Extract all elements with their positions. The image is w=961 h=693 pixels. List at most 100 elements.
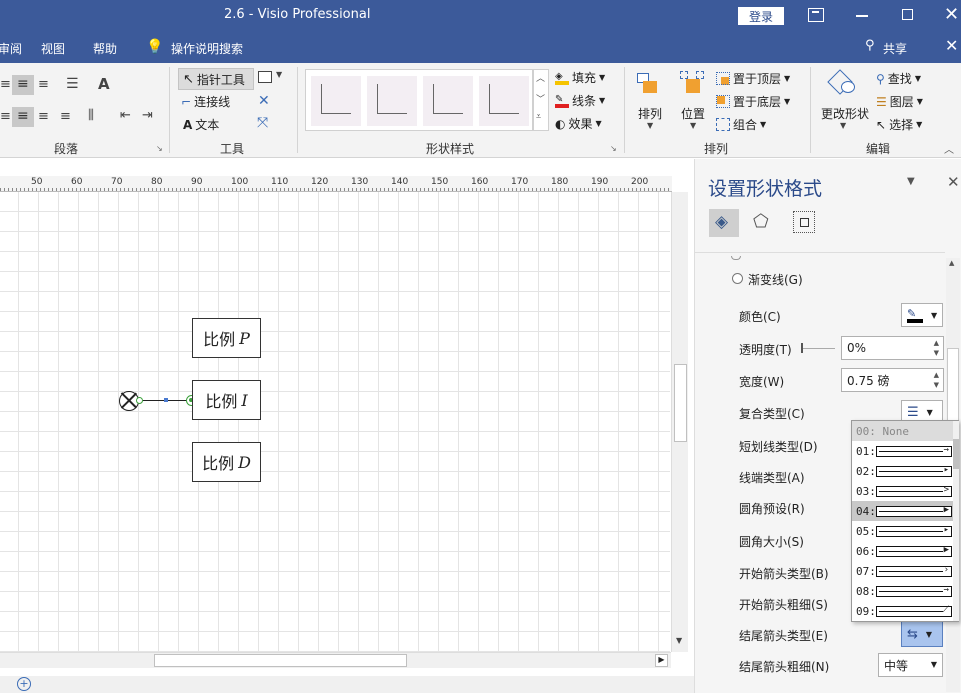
distribute-icon[interactable]: ⫼ — [88, 108, 94, 123]
send-to-back-button[interactable]: 置于底层 ▼ — [716, 93, 790, 110]
vertical-scroll-thumb[interactable] — [674, 364, 687, 442]
find-button[interactable]: ⚲ 查找 ▼ — [876, 70, 921, 87]
arrow-option[interactable]: 02: ▸ — [852, 461, 958, 481]
arrow-option[interactable]: 06: ▶ — [852, 541, 958, 561]
connection-point-icon[interactable]: ⤧ — [257, 115, 268, 131]
scroll-right-icon[interactable]: ▶ — [655, 654, 668, 667]
shape-proportional-i[interactable]: 比例 I — [192, 380, 261, 420]
style-swatch[interactable] — [311, 76, 361, 126]
align-center-top-button[interactable]: ≡ — [12, 75, 34, 95]
arrow-option[interactable]: 04: ▶ — [852, 501, 958, 521]
chevron-down-icon[interactable]: ▼ — [276, 70, 282, 79]
connector-start-handle[interactable] — [136, 397, 143, 404]
fill-button[interactable]: ◈ 填充 ▼ — [555, 69, 605, 86]
arrow-option[interactable]: 08: → — [852, 581, 958, 601]
shape-proportional-p[interactable]: 比例 P — [192, 318, 261, 358]
chevron-down-icon[interactable]: ▼ — [647, 121, 653, 130]
style-swatch[interactable] — [367, 76, 417, 126]
shape-proportional-d[interactable]: 比例 D — [192, 442, 261, 482]
end-arrow-size-dropdown[interactable]: 中等 ▼ — [878, 653, 943, 677]
transparency-slider-track[interactable] — [803, 348, 835, 349]
login-button[interactable]: 登录 — [738, 7, 784, 25]
delete-x-icon[interactable]: ✕ — [258, 93, 270, 109]
add-page-icon[interactable]: + — [17, 677, 31, 691]
arrow-type-list[interactable]: 00: None 01: → 02: ▸ 03: >04: ▶ 05: ▸ 06: ▶ 07: › 08: →… — [851, 420, 959, 622]
group-button[interactable]: 组合 ▼ — [716, 116, 766, 133]
bullets-icon[interactable]: ☰ — [66, 76, 79, 92]
align-bottom-icon[interactable]: ≡ — [38, 77, 49, 92]
select-button[interactable]: ↖ 选择 ▼ — [876, 116, 922, 133]
style-swatch[interactable] — [423, 76, 473, 126]
panel-options-icon[interactable]: ▼ — [907, 176, 915, 187]
arrow-option[interactable]: 03: > — [852, 481, 958, 501]
arrow-option[interactable]: 07: › — [852, 561, 958, 581]
position-icon[interactable] — [680, 71, 706, 99]
style-swatch[interactable] — [479, 76, 529, 126]
fill-bucket-icon: ◈ — [555, 71, 569, 85]
scroll-down-icon[interactable]: ▼ — [676, 636, 682, 645]
bring-to-front-button[interactable]: 置于顶层 ▼ — [716, 70, 790, 87]
effect-button[interactable]: ◐ 效果 ▼ — [555, 115, 602, 132]
shape-style-gallery — [305, 69, 533, 131]
change-shape-label[interactable]: 更改形状 — [821, 105, 869, 122]
pointer-tool-button[interactable]: ↖ 指针工具 — [178, 68, 254, 90]
decrease-indent-icon[interactable]: ⇤ — [120, 108, 131, 123]
vertical-scrollbar[interactable]: ▼ — [671, 192, 688, 652]
connector-midpoint[interactable] — [164, 398, 168, 402]
shape-styles-launcher-icon[interactable]: ↘ — [610, 144, 617, 153]
close-doc-icon[interactable]: ✕ — [945, 36, 958, 55]
gallery-scroll[interactable]: ︿ ﹀ ⩡ — [533, 69, 549, 131]
arrow-option-label: 09: — [856, 604, 876, 618]
align-left2-icon[interactable]: ≡ — [0, 109, 11, 124]
end-arrow-type-dropdown[interactable]: ⇆ ▼ — [901, 621, 943, 647]
radio-partial[interactable] — [731, 256, 741, 260]
restore-icon[interactable] — [902, 9, 913, 20]
text-direction-icon[interactable]: A — [98, 75, 110, 93]
size-properties-icon[interactable] — [793, 211, 815, 233]
menu-review[interactable]: 审阅 — [0, 40, 22, 57]
horizontal-scroll-thumb[interactable] — [154, 654, 407, 667]
menu-view[interactable]: 视图 — [41, 40, 65, 57]
paragraph-launcher-icon[interactable]: ↘ — [156, 144, 163, 153]
rectangle-icon[interactable] — [258, 71, 272, 83]
ribbon-display-icon[interactable] — [808, 8, 824, 22]
change-shape-icon[interactable] — [827, 69, 859, 99]
ruler-label: 80 — [151, 177, 163, 187]
chevron-down-icon[interactable]: ▼ — [690, 121, 696, 130]
transparency-input[interactable]: 0% ▲ ▼ — [841, 336, 944, 360]
tell-me-search[interactable]: 操作说明搜索 — [171, 40, 243, 57]
fill-line-tab[interactable]: ◈ — [709, 209, 739, 237]
text-tool-button[interactable]: A 文本 — [183, 116, 219, 133]
gradient-line-radio[interactable] — [732, 273, 743, 284]
arrange-icon[interactable] — [637, 71, 663, 99]
close-icon[interactable]: ✕ — [944, 4, 959, 25]
increase-indent-icon[interactable]: ⇥ — [142, 108, 153, 123]
connector-button[interactable]: ⌐ 连接线 — [181, 93, 230, 110]
horizontal-scrollbar[interactable]: ▶ — [0, 652, 671, 668]
menu-help[interactable]: 帮助 — [93, 40, 117, 57]
panel-close-icon[interactable]: ✕ — [947, 173, 960, 191]
layer-button[interactable]: ☰ 图层 ▼ — [876, 93, 923, 110]
align-right-icon[interactable]: ≡ — [38, 109, 49, 124]
chevron-down-icon[interactable]: ▼ — [840, 121, 846, 130]
pentagon-icon[interactable]: ⬠ — [753, 211, 769, 232]
width-input[interactable]: 0.75 磅 ▲ ▼ — [841, 368, 944, 392]
arrange-label[interactable]: 排列 — [638, 105, 662, 122]
arrow-option[interactable]: 05: ▸ — [852, 521, 958, 541]
arrow-option[interactable]: 09: ⟋ — [852, 601, 958, 621]
arrow-option[interactable]: 01: → — [852, 441, 958, 461]
share-button[interactable]: 共享 — [883, 40, 907, 57]
minimize-icon[interactable] — [856, 15, 868, 17]
align-left-icon[interactable]: ≡ — [0, 77, 11, 92]
color-label: 颜色(C) — [739, 310, 781, 324]
align-center-button[interactable]: ≡ — [12, 107, 34, 127]
drawing-page[interactable]: 比例 P 比例 I 比例 D — [0, 192, 670, 652]
ruler-label: 100 — [231, 177, 249, 187]
arrow-option-none[interactable]: 00: None — [852, 421, 958, 441]
arrow-list-scrollbar[interactable] — [953, 421, 959, 621]
position-label[interactable]: 位置 — [681, 105, 705, 122]
line-button[interactable]: ✎ 线条 ▼ — [555, 92, 605, 109]
color-picker[interactable]: ✎ ▼ — [901, 303, 943, 327]
justify-icon[interactable]: ≡ — [60, 109, 71, 124]
collapse-ribbon-icon[interactable]: ︿ — [944, 141, 954, 156]
